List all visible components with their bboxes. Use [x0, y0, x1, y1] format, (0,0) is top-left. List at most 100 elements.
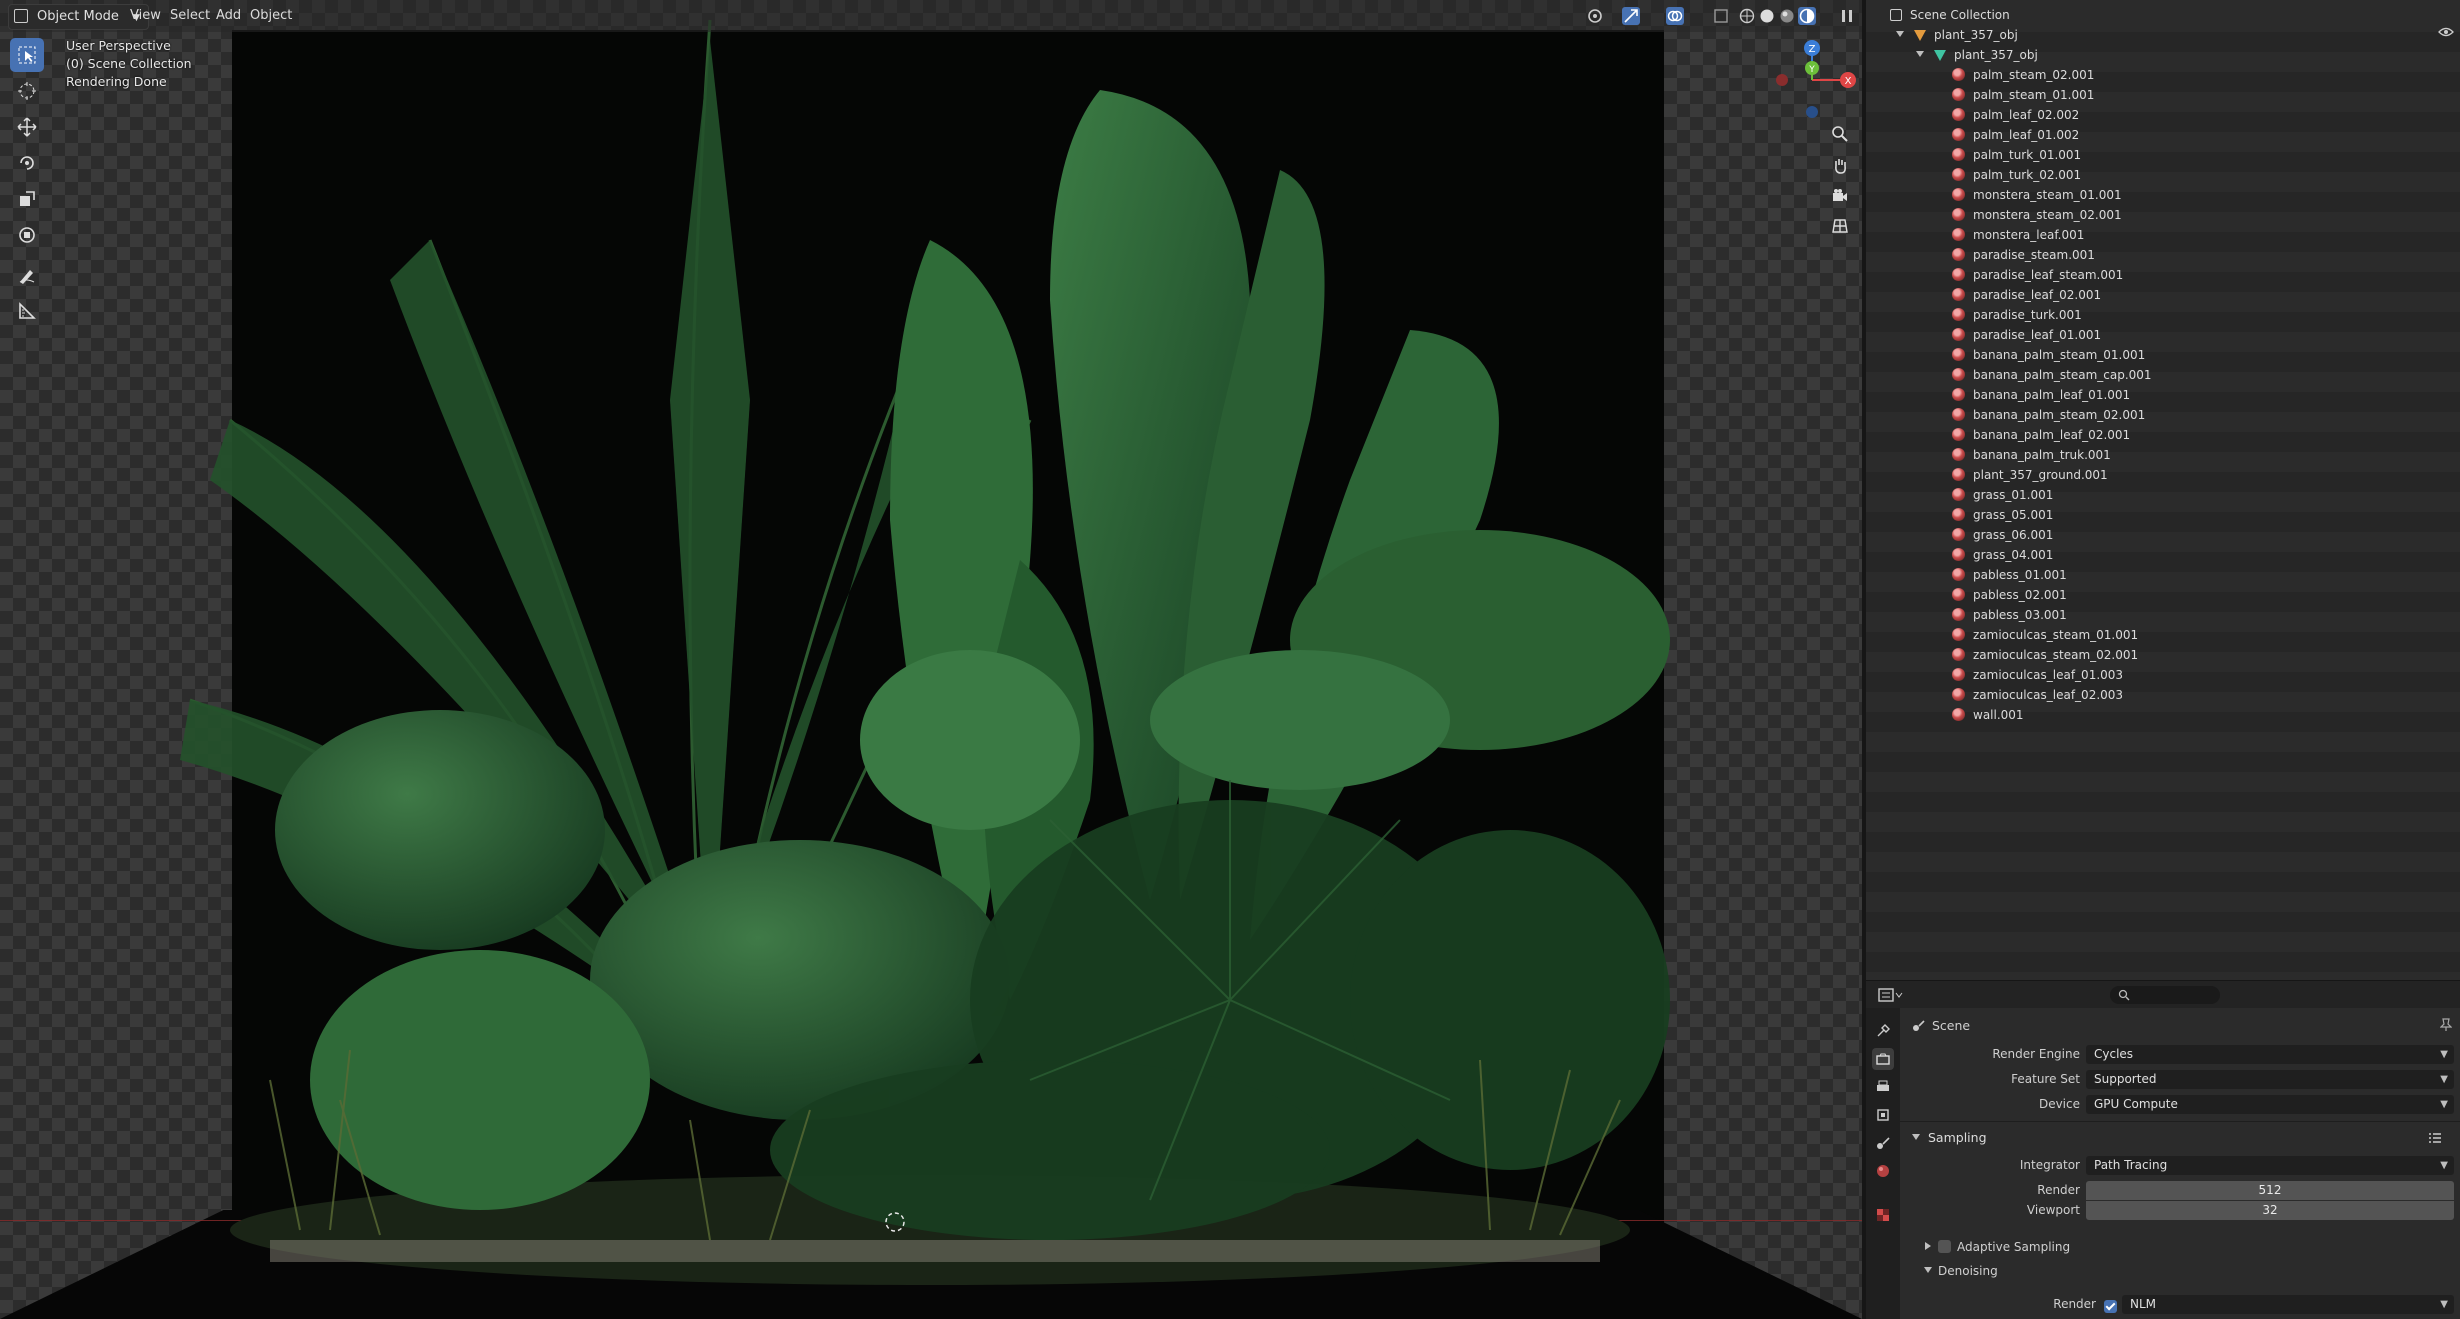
integrator-value: Path Tracing [2094, 1158, 2168, 1172]
menu-view[interactable]: View [124, 6, 167, 26]
denoise-render-checkbox[interactable] [2104, 1300, 2117, 1313]
xray-icon[interactable] [1712, 7, 1730, 25]
render-samples-field[interactable]: 512 [2086, 1181, 2454, 1200]
outliner-material-row[interactable]: zamioculcas_leaf_02.003 [1952, 685, 2123, 705]
cursor-icon [18, 82, 36, 100]
denoiser-value: NLM [2130, 1297, 2157, 1311]
material-sphere-icon [1952, 108, 1965, 121]
menu-object[interactable]: Object [244, 6, 298, 26]
3d-viewport[interactable]: Object Mode ▼ View Select Add Object Use… [0, 0, 1862, 1319]
tool-measure[interactable] [10, 294, 44, 328]
pan-button[interactable] [1826, 152, 1854, 180]
sampling-title: Sampling [1928, 1130, 1987, 1145]
editor-type-dropdown[interactable] [1878, 987, 1904, 1003]
material-sphere-icon [1952, 148, 1965, 161]
denoising-subpanel[interactable]: Denoising [1924, 1264, 1998, 1278]
outliner-material-row[interactable]: banana_palm_leaf_01.001 [1952, 385, 2130, 405]
outliner-material-row[interactable]: zamioculcas_leaf_01.003 [1952, 665, 2123, 685]
outliner-material-row[interactable]: paradise_leaf_01.001 [1952, 325, 2101, 345]
outliner-material-row[interactable]: monstera_steam_01.001 [1952, 185, 2122, 205]
outliner-material-row[interactable]: palm_leaf_01.002 [1952, 125, 2079, 145]
integrator-dropdown[interactable]: Path Tracing ▼ [2086, 1156, 2454, 1175]
tool-transform[interactable] [10, 218, 44, 252]
outliner-material-row[interactable]: pabless_02.001 [1952, 585, 2067, 605]
gizmo-toggle-icon[interactable] [1622, 7, 1640, 25]
outliner-material-row[interactable]: pabless_01.001 [1952, 565, 2067, 585]
visibility-icon[interactable] [1586, 7, 1604, 25]
presets-list-icon[interactable] [2428, 1132, 2442, 1144]
tool-move[interactable] [10, 110, 44, 144]
outliner-material-row[interactable]: grass_04.001 [1952, 545, 2053, 565]
menu-add[interactable]: Add [210, 6, 247, 26]
adaptive-sampling-subpanel[interactable]: Adaptive Sampling [1924, 1240, 2070, 1254]
zoom-icon [1832, 126, 1848, 142]
outliner-material-row[interactable]: banana_palm_leaf_02.001 [1952, 425, 2130, 445]
outliner-material-row[interactable]: zamioculcas_steam_02.001 [1952, 645, 2138, 665]
outliner-material-row[interactable]: paradise_leaf_steam.001 [1952, 265, 2123, 285]
gizmo-x-label: X [1845, 76, 1852, 87]
tool-annotate[interactable] [10, 258, 44, 292]
outliner-material-row[interactable]: zamioculcas_steam_01.001 [1952, 625, 2138, 645]
material-shading-icon[interactable] [1778, 7, 1796, 25]
eye-visibility-icon[interactable] [2438, 26, 2454, 38]
sampling-panel-header[interactable]: Sampling [1912, 1130, 1987, 1145]
outliner-material-row[interactable]: banana_palm_truk.001 [1952, 445, 2111, 465]
properties-search[interactable] [2110, 986, 2220, 1004]
outliner-material-row[interactable]: monstera_leaf.001 [1952, 225, 2084, 245]
scale-icon [20, 191, 35, 206]
outliner-material-row[interactable]: grass_05.001 [1952, 505, 2053, 525]
camera-view-button[interactable] [1826, 182, 1854, 210]
render-engine-dropdown[interactable]: Cycles ▼ [2086, 1045, 2454, 1064]
tab-view-layer[interactable] [1872, 1104, 1894, 1126]
outliner-material-row[interactable]: banana_palm_steam_cap.001 [1952, 365, 2152, 385]
zoom-button[interactable] [1826, 120, 1854, 148]
outliner-material-row[interactable]: banana_palm_steam_01.001 [1952, 345, 2145, 365]
outliner-material-row[interactable]: plant_357_ground.001 [1952, 465, 2108, 485]
tool-scale[interactable] [10, 182, 44, 216]
device-dropdown[interactable]: GPU Compute ▼ [2086, 1095, 2454, 1114]
feature-set-dropdown[interactable]: Supported ▼ [2086, 1070, 2454, 1089]
outliner-material-row[interactable]: palm_steam_01.001 [1952, 85, 2094, 105]
tab-world[interactable] [1872, 1160, 1894, 1182]
solid-shading-icon[interactable] [1758, 7, 1776, 25]
tab-output[interactable] [1872, 1076, 1894, 1098]
tool-select-box[interactable] [10, 38, 44, 72]
wireframe-shading-icon[interactable] [1738, 7, 1756, 25]
outliner-material-row[interactable]: palm_leaf_02.002 [1952, 105, 2079, 125]
outliner-material-row[interactable]: paradise_steam.001 [1952, 245, 2095, 265]
outliner-material-row[interactable]: palm_turk_02.001 [1952, 165, 2081, 185]
outliner-material-row[interactable]: paradise_leaf_02.001 [1952, 285, 2101, 305]
expand-arrow-icon[interactable] [1896, 31, 1904, 37]
ortho-toggle-button[interactable] [1826, 212, 1854, 240]
tab-tool[interactable] [1872, 1020, 1894, 1042]
viewport-samples-field[interactable]: 32 [2086, 1201, 2454, 1220]
tool-rotate[interactable] [10, 146, 44, 180]
rendered-shading-icon[interactable] [1798, 7, 1816, 25]
outliner-material-row[interactable]: pabless_03.001 [1952, 605, 2067, 625]
outliner-material-row[interactable]: banana_palm_steam_02.001 [1952, 405, 2145, 425]
expand-arrow-icon[interactable] [1916, 51, 1924, 57]
outliner-material-row[interactable]: paradise_turk.001 [1952, 305, 2082, 325]
pause-render-icon[interactable] [1838, 7, 1856, 25]
material-name: grass_05.001 [1973, 508, 2054, 522]
pin-icon[interactable] [2440, 1018, 2452, 1032]
tab-texture[interactable] [1872, 1204, 1894, 1226]
outliner-material-row[interactable]: grass_01.001 [1952, 485, 2053, 505]
outliner-scene-collection[interactable]: Scene Collection [1890, 5, 2010, 25]
material-name: banana_palm_leaf_02.001 [1973, 428, 2131, 442]
outliner-material-row[interactable]: wall.001 [1952, 705, 2024, 725]
outliner-material-row[interactable]: palm_steam_02.001 [1952, 65, 2094, 85]
outliner-object-row[interactable]: plant_357_obj [1916, 45, 2038, 65]
outliner-material-row[interactable]: palm_turk_01.001 [1952, 145, 2081, 165]
tab-render[interactable] [1872, 1048, 1894, 1070]
tool-cursor[interactable] [10, 74, 44, 108]
outliner-material-row[interactable]: monstera_steam_02.001 [1952, 205, 2122, 225]
outliner-collection-row[interactable]: plant_357_obj [1896, 25, 2018, 45]
outliner-material-row[interactable]: grass_06.001 [1952, 525, 2053, 545]
denoiser-dropdown[interactable]: NLM ▼ [2122, 1295, 2454, 1314]
material-name: pabless_02.001 [1973, 588, 2067, 602]
overlays-icon[interactable] [1666, 7, 1684, 25]
adaptive-sampling-checkbox[interactable] [1938, 1240, 1951, 1253]
tab-scene[interactable] [1872, 1132, 1894, 1154]
menu-select[interactable]: Select [164, 6, 216, 26]
